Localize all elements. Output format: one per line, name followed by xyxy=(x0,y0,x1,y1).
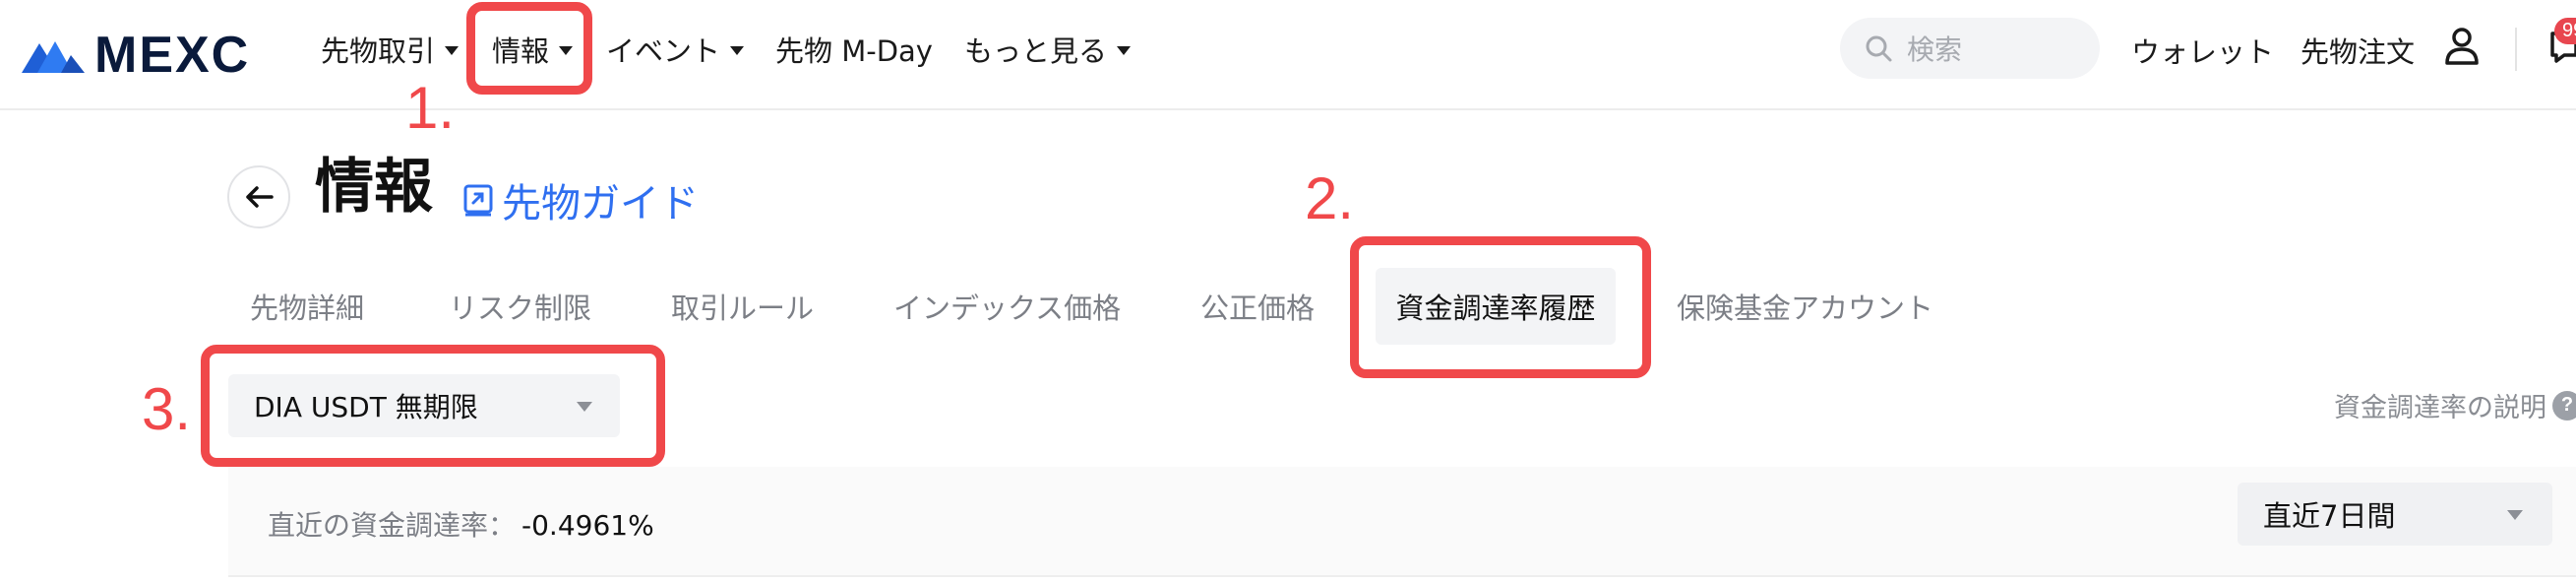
search-placeholder: 検索 xyxy=(1907,33,1963,66)
question-icon: ? xyxy=(2552,390,2576,421)
top-navigation: MEXC 先物取引 情報 イベント 先物 M-Day もっと見る 検索 ウォレッ… xyxy=(0,0,2576,110)
guide-link-label: 先物ガイド xyxy=(502,181,699,227)
brand-name: MEXC xyxy=(94,27,251,84)
recent-funding-rate-value: -0.4961% xyxy=(521,509,654,542)
wallet-link[interactable]: ウォレット xyxy=(2131,30,2274,71)
funding-rate-explanation-link[interactable]: 資金調達率の説明 ? xyxy=(2334,386,2576,424)
back-button[interactable] xyxy=(227,165,290,228)
tab-futures-details[interactable]: 先物詳細 xyxy=(250,282,364,331)
caret-down-icon xyxy=(2507,510,2523,520)
annotation-number-1: 1. xyxy=(405,75,456,141)
annotation-box-3 xyxy=(201,345,665,467)
tab-fair-price[interactable]: 公正価格 xyxy=(1200,282,1315,331)
annotation-number-3: 3. xyxy=(142,376,192,442)
tab-index-price[interactable]: インデックス価格 xyxy=(893,282,1121,331)
period-select-value: 直近7日間 xyxy=(2263,499,2396,533)
user-icon[interactable] xyxy=(2442,26,2482,67)
mexc-logo-mark-icon xyxy=(22,41,85,73)
annotation-box-1 xyxy=(466,2,592,95)
nav-label: 先物取引 xyxy=(321,34,436,68)
annotation-box-2 xyxy=(1350,236,1651,378)
caret-down-icon xyxy=(1117,45,1132,55)
nav-label: もっと見る xyxy=(964,34,1108,68)
tab-risk-limits[interactable]: リスク制限 xyxy=(449,282,591,331)
nav-futures-trading[interactable]: 先物取引 xyxy=(321,30,460,69)
annotation-number-2: 2. xyxy=(1305,165,1355,231)
funding-rate-panel: 直近の資金調達率： -0.4961% xyxy=(228,467,2576,577)
recent-funding-rate: 直近の資金調達率： -0.4961% xyxy=(268,504,654,544)
guide-icon xyxy=(463,184,493,217)
page-title: 情報 xyxy=(315,153,433,222)
mexc-logo[interactable]: MEXC xyxy=(22,28,250,83)
futures-guide-link[interactable]: 先物ガイド xyxy=(462,171,699,228)
tab-trading-rules[interactable]: 取引ルール xyxy=(671,282,814,331)
nav-more[interactable]: もっと見る xyxy=(964,30,1132,69)
search-icon xyxy=(1866,35,1892,62)
notification-badge: 99 xyxy=(2554,18,2576,44)
caret-down-icon xyxy=(730,45,745,55)
nav-futures-mday[interactable]: 先物 M-Day xyxy=(775,30,933,69)
nav-events[interactable]: イベント xyxy=(606,30,745,69)
futures-order-link[interactable]: 先物注文 xyxy=(2300,30,2415,71)
nav-label: イベント xyxy=(606,34,721,68)
tab-insurance-fund[interactable]: 保険基金アカウント xyxy=(1677,282,1933,331)
funding-explain-label: 資金調達率の説明 xyxy=(2334,393,2546,423)
nav-label: 先物 M-Day xyxy=(775,34,933,68)
caret-down-icon xyxy=(445,45,460,55)
nav-divider xyxy=(2515,28,2517,71)
period-select[interactable]: 直近7日間 xyxy=(2238,483,2552,546)
arrow-left-icon xyxy=(246,186,274,208)
search-box[interactable]: 検索 xyxy=(1840,18,2100,79)
recent-funding-rate-label: 直近の資金調達率： xyxy=(268,509,517,542)
